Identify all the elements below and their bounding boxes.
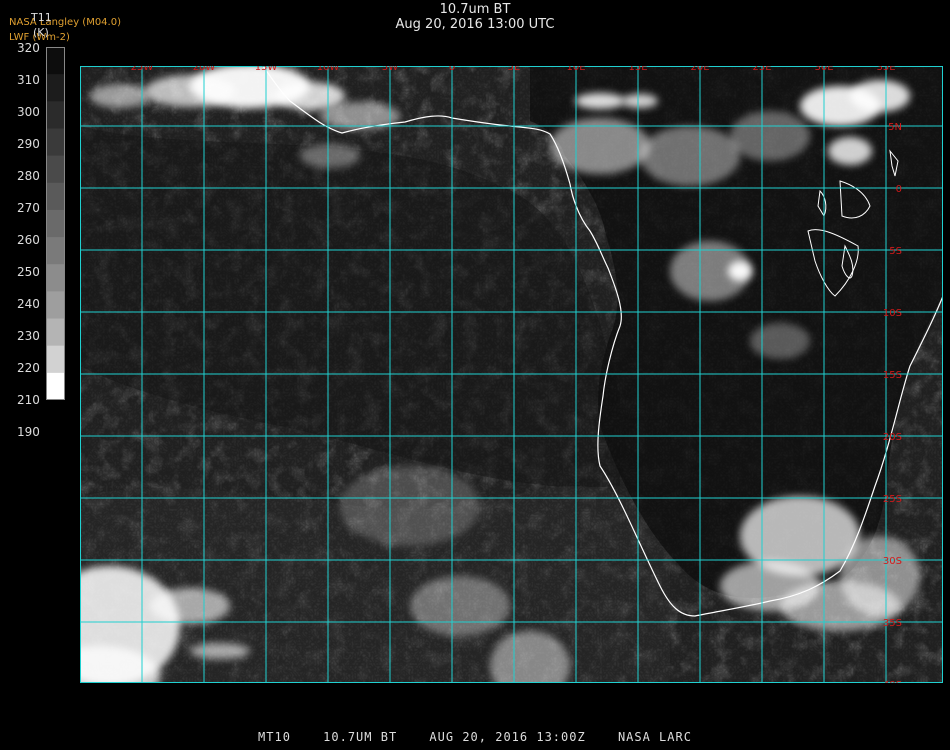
colorbar-step — [46, 74, 65, 102]
colorbar-unit: (K) — [33, 26, 49, 39]
colorbar-tick-label: 310 — [17, 73, 40, 87]
colorbar-step — [46, 345, 65, 374]
colorbar-step — [46, 264, 65, 292]
colorbar — [46, 47, 65, 400]
footer-satellite: MT10 — [258, 730, 291, 744]
colorbar-tick-label: 300 — [17, 105, 40, 119]
satellite-image[interactable]: 25W 20W 15W 10W 5W 0 5E 10E 15E 20E 25E 30E 35E 5N 0 5… — [80, 66, 943, 683]
longitude-label: 0 — [449, 66, 455, 73]
longitude-label: 20W — [193, 66, 216, 73]
longitude-label: 35E — [876, 66, 895, 73]
colorbar-variable: T11 — [31, 11, 52, 24]
colorbar-tick-label: 190 — [17, 425, 40, 439]
latitude-label: 20S — [883, 432, 902, 443]
colorbar-tick-label: 250 — [17, 265, 40, 279]
longitude-label: 20E — [690, 66, 709, 73]
colorbar-step — [46, 47, 65, 75]
footer-bar: MT10 10.7UM BT AUG 20, 2016 13:00Z NASA … — [0, 730, 950, 750]
latitude-label: 5N — [888, 122, 902, 133]
footer-product: 10.7UM BT — [323, 730, 398, 744]
latitude-label: 5S — [889, 246, 902, 257]
satellite-map[interactable]: 25W 20W 15W 10W 5W 0 5E 10E 15E 20E 25E 30E 35E 5N 0 5… — [80, 66, 943, 683]
map-title: 10.7um BT — [439, 2, 511, 17]
longitude-label: 15E — [628, 66, 647, 73]
latitude-label: 10S — [883, 308, 902, 319]
colorbar-step — [46, 209, 65, 238]
colorbar-step — [46, 128, 65, 157]
colorbar-step — [46, 372, 65, 400]
colorbar-tick-label: 290 — [17, 137, 40, 151]
colorbar-step — [46, 155, 65, 184]
latitude-label: 35S — [883, 618, 902, 629]
colorbar-step — [46, 101, 65, 129]
longitude-label: 30E — [814, 66, 833, 73]
longitude-label: 25E — [752, 66, 771, 73]
latitude-label: 30S — [883, 556, 902, 567]
map-subtitle: Aug 20, 2016 13:00 UTC — [395, 17, 555, 32]
colorbar-tick-label: 240 — [17, 297, 40, 311]
colorbar-tick-label: 260 — [17, 233, 40, 247]
longitude-label: 5W — [382, 66, 398, 73]
org-label: NASA Langley (M04.0) — [9, 17, 121, 28]
latitude-label: 25S — [883, 494, 902, 505]
colorbar-step — [46, 237, 65, 265]
colorbar-step — [46, 291, 65, 320]
colorbar-tick-label: 230 — [17, 329, 40, 343]
colorbar-tick-label: 280 — [17, 169, 40, 183]
colorbar-step — [46, 318, 65, 347]
longitude-label: 25W — [131, 66, 154, 73]
longitude-label: 5E — [508, 66, 521, 73]
footer-date: AUG 20, 2016 13:00Z — [429, 730, 586, 744]
colorbar-tick-label: 210 — [17, 393, 40, 407]
footer-source: NASA LARC — [617, 730, 692, 744]
latitude-label: 40S — [883, 680, 902, 683]
longitude-label: 10W — [317, 66, 340, 73]
longitude-label: 10E — [566, 66, 585, 73]
colorbar-tick-label: 320 — [17, 41, 40, 55]
latitude-label: 15S — [883, 370, 902, 381]
latitude-label: 0 — [896, 184, 902, 195]
colorbar-tick-label: 220 — [17, 361, 40, 375]
colorbar-step — [46, 182, 65, 211]
longitude-label: 15W — [255, 66, 278, 73]
colorbar-tick-label: 270 — [17, 201, 40, 215]
